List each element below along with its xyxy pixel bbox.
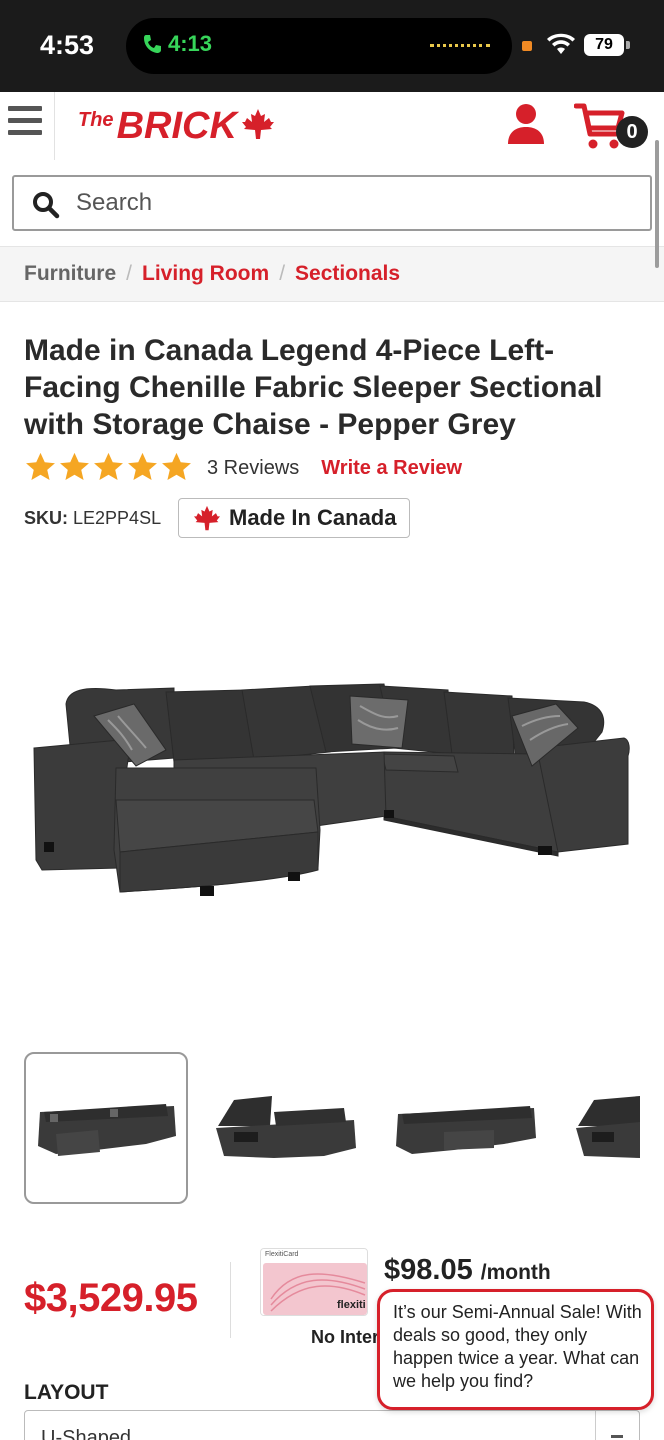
logo-brick-text: BRICK	[116, 105, 237, 147]
product-thumbnail-1[interactable]	[24, 1052, 188, 1204]
sku-label: SKU:	[24, 508, 68, 528]
page-scrollbar[interactable]	[655, 140, 659, 268]
breadcrumb-separator: /	[126, 262, 133, 285]
search-input[interactable]	[76, 185, 636, 221]
brand-logo[interactable]: The BRICK	[78, 106, 275, 146]
header-divider	[54, 92, 55, 160]
thumbnail-image	[216, 1096, 356, 1158]
product-thumbnail-4[interactable]	[564, 1052, 640, 1204]
sku: SKU: LE2PP4SL	[24, 508, 161, 529]
chevron-down-icon[interactable]	[595, 1411, 639, 1440]
breadcrumb: Furniture / Living Room / Sectionals	[0, 246, 664, 302]
layout-selected-value: U-Shaped	[41, 1427, 132, 1440]
cart-count-badge: 0	[616, 116, 648, 148]
wifi-icon	[547, 33, 575, 54]
layout-label: LAYOUT	[24, 1381, 109, 1404]
call-time: 4:13	[168, 31, 213, 56]
product-thumbnail-3[interactable]	[384, 1052, 548, 1204]
monthly-payment: $98.05 /month	[384, 1254, 551, 1287]
hamburger-menu-icon[interactable]	[8, 106, 44, 142]
breadcrumb-living-room[interactable]: Living Room	[142, 262, 269, 286]
cart-button[interactable]: 0	[573, 102, 650, 152]
star-icon	[128, 452, 157, 480]
maple-leaf-icon	[194, 505, 220, 531]
star-icon	[60, 452, 89, 480]
logo-the-text: The	[78, 109, 114, 131]
breadcrumb-sectionals[interactable]: Sectionals	[295, 262, 400, 286]
chat-prompt-bubble[interactable]: It’s our Semi-Annual Sale! With deals so…	[377, 1289, 654, 1410]
thumbnail-image	[396, 1106, 536, 1154]
star-icon	[26, 452, 55, 480]
made-in-canada-badge: Made In Canada	[178, 498, 410, 538]
status-time: 4:53	[40, 30, 95, 60]
star-rating[interactable]	[24, 452, 193, 484]
activity-dots-icon	[430, 44, 490, 47]
flexiti-card-label: FlexitiCard	[265, 1251, 299, 1258]
flexiti-brand: flexiti	[337, 1299, 366, 1311]
breadcrumb-furniture[interactable]: Furniture	[24, 262, 116, 286]
product-title: Made in Canada Legend 4-Piece Left-Facin…	[24, 334, 603, 441]
monthly-amount: $98.05	[384, 1254, 473, 1286]
phone-icon	[144, 35, 161, 53]
reviews-count-link[interactable]: 3 Reviews	[207, 457, 299, 480]
search-bar[interactable]	[12, 175, 652, 231]
monthly-suffix: /month	[480, 1261, 551, 1284]
recording-indicator-icon	[522, 41, 532, 51]
maple-leaf-icon	[241, 109, 274, 139]
star-icon	[162, 452, 191, 480]
battery-tip	[626, 41, 630, 49]
product-rating: 3 Reviews Write a Review	[24, 452, 462, 484]
thumbnail-image	[576, 1096, 640, 1158]
battery-level: 79	[584, 34, 624, 56]
product-thumbnail-2[interactable]	[204, 1052, 368, 1204]
price-divider	[230, 1262, 231, 1338]
write-review-link[interactable]: Write a Review	[321, 457, 462, 480]
account-icon[interactable]	[506, 102, 546, 146]
layout-select[interactable]: U-Shaped	[24, 1410, 640, 1440]
star-icon	[94, 452, 123, 480]
status-bar: 4:53 4:13 79	[0, 0, 664, 92]
breadcrumb-separator: /	[279, 262, 286, 285]
product-main-image[interactable]	[24, 620, 640, 940]
call-indicator[interactable]: 4:13	[142, 31, 212, 57]
flexiti-card-image[interactable]: FlexitiCard flexiti	[260, 1248, 368, 1316]
sku-value: LE2PP4SL	[73, 508, 162, 528]
thumbnail-image	[38, 1104, 176, 1156]
product-price: $3,529.95	[24, 1276, 198, 1320]
made-in-canada-label: Made In Canada	[229, 505, 397, 530]
search-icon[interactable]	[32, 191, 60, 219]
site-header: The BRICK 0	[0, 92, 664, 164]
